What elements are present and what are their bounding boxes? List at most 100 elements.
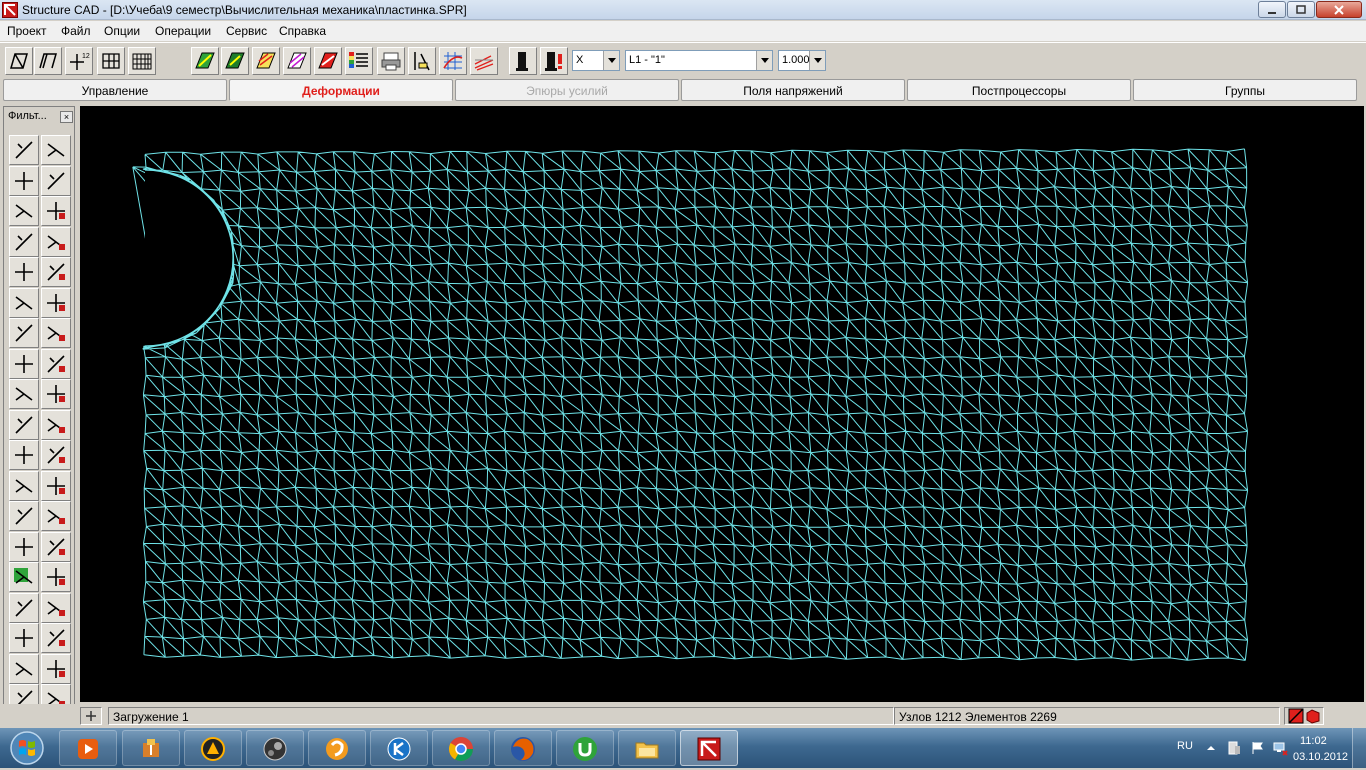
tray-language[interactable]: RU [1177,740,1193,752]
fill-solid-button[interactable] [221,47,249,75]
menu-project[interactable]: Проект [7,24,47,38]
scale-select[interactable]: 1.000 [778,50,826,71]
print-settings-button[interactable] [377,47,405,75]
taskbar-kompas[interactable] [370,730,428,766]
filters-close-button[interactable]: × [60,111,73,123]
taskbar-utorrent[interactable] [556,730,614,766]
fill-plates-button[interactable] [191,47,219,75]
filter-button-node-cluster[interactable] [41,592,71,623]
filter-button-node-ne[interactable] [9,226,39,257]
filter-button-elem-i[interactable] [41,196,71,226]
filter-button-cross2[interactable] [41,318,71,348]
filter-button-pencil[interactable] [9,135,39,165]
clock-date[interactable]: 03.10.2012 [1293,751,1348,763]
model-view[interactable] [80,106,1364,702]
filter-button-brick[interactable] [9,501,39,531]
filter-button-moment[interactable] [9,440,39,470]
frame-view-button[interactable] [5,47,33,75]
app-icon[interactable] [2,2,18,18]
filter-button-bar[interactable] [9,531,39,562]
filter-button-hinge[interactable] [9,348,39,379]
load-case-select[interactable]: L1 - "1" [625,50,773,71]
filter-button-load-down[interactable] [41,379,71,409]
filter-button-elem-te[interactable] [9,257,39,287]
taskbar-qip[interactable] [308,730,366,766]
filter-button-hinge2[interactable] [41,348,71,379]
animation-button[interactable] [470,47,498,75]
menu-options[interactable]: Опции [104,24,140,38]
grid-view-button[interactable] [97,47,125,75]
maximize-button[interactable] [1287,1,1315,18]
filter-button-mesh-node[interactable] [9,470,39,501]
filter-button-elem-g[interactable] [41,623,71,653]
load-down-icon [47,385,65,403]
filter-button-cube[interactable] [9,165,39,196]
tab-deformations[interactable]: Деформации [229,79,453,101]
filter-button-plate[interactable] [41,531,71,562]
plate-view-button[interactable] [34,47,62,75]
menu-operations[interactable]: Операции [155,24,211,38]
menu-service[interactable]: Сервис [226,24,267,38]
tab-groups[interactable]: Группы [1133,79,1357,101]
menu-help[interactable]: Справка [279,24,326,38]
tab-postprocessors[interactable]: Постпроцессоры [907,79,1131,101]
clock-time[interactable]: 11:02 [1300,735,1327,747]
filter-button-node-i[interactable] [9,196,39,226]
filter-button-mesh-elem[interactable] [41,470,71,501]
color-scale-button[interactable] [314,47,342,75]
filter-button-elem-gx[interactable] [41,653,71,684]
spring-icon [47,171,65,190]
filter-button-eraser[interactable] [41,135,71,165]
steam-icon [263,737,287,761]
filter-button-spring[interactable] [41,165,71,196]
taskbar-steam[interactable] [246,730,304,766]
filter-button-elem-x[interactable] [41,287,71,318]
taskbar-firefox[interactable] [494,730,552,766]
chrome-icon [448,737,473,762]
taskbar-daemon-tools[interactable] [184,730,242,766]
tray-flag-icon[interactable] [1250,740,1266,756]
filter-button-green-block[interactable] [9,562,39,592]
section-view-button[interactable] [408,47,436,75]
close-button[interactable] [1316,1,1362,18]
tray-expand-icon[interactable] [1205,742,1217,754]
filter-button-elem-r[interactable] [41,257,71,287]
filter-button-force-m[interactable] [41,409,71,440]
filter-button-grid[interactable] [41,501,71,531]
filter-button-support[interactable] [9,287,39,318]
node-numbers-button[interactable]: 12 [65,47,93,75]
minimize-button[interactable] [1258,1,1286,18]
taskbar-installer[interactable] [122,730,180,766]
taskbar-explorer[interactable] [618,730,676,766]
status-counts: Узлов 1212 Элементов 2269 [894,707,1280,725]
values-table-button[interactable] [345,47,373,75]
unit-toggle-button[interactable] [509,47,537,75]
tab-stress-fields[interactable]: Поля напряжений [681,79,905,101]
mode-shape-button[interactable] [439,47,467,75]
unit-info-button[interactable] [540,47,568,75]
taskbar-media-player[interactable] [59,730,117,766]
fine-grid-button[interactable] [128,47,156,75]
tab-force-diagrams[interactable]: Эпюры усилий [455,79,679,101]
filter-button-elem-nj[interactable] [41,226,71,257]
filter-button-force-f[interactable] [9,409,39,440]
show-desktop-button[interactable] [1352,728,1366,768]
filter-button-brush[interactable] [41,562,71,592]
status-expand-button[interactable] [80,707,102,725]
isolines-button[interactable] [283,47,311,75]
tab-control[interactable]: Управление [3,79,227,101]
filter-button-elem-n[interactable] [9,623,39,653]
filter-button-cross[interactable] [9,318,39,348]
taskbar-structure-cad[interactable] [680,730,738,766]
filter-button-rigid[interactable] [41,440,71,470]
filter-button-node-g[interactable] [9,653,39,684]
isofields-button[interactable] [252,47,280,75]
menu-file[interactable]: Файл [61,24,91,38]
tray-network-icon[interactable] [1272,740,1288,756]
start-button[interactable] [4,729,54,767]
tray-device-icon[interactable] [1226,740,1242,756]
taskbar-chrome[interactable] [432,730,490,766]
filter-button-load-arrow[interactable] [9,379,39,409]
axis-select[interactable]: X [572,50,620,71]
filter-button-stack[interactable] [9,592,39,623]
